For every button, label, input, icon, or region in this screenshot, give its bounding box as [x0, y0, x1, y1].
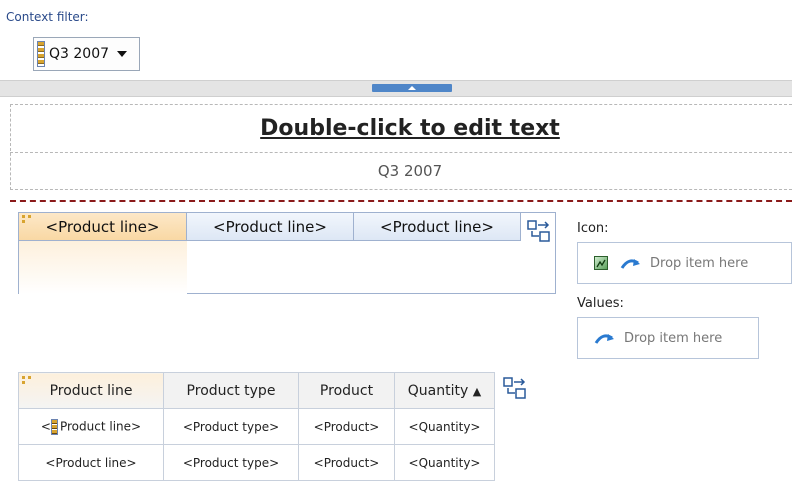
table-row: <Product line> <Product type> <Product> … [18, 444, 495, 481]
selection-marker [28, 376, 31, 379]
tab-product-line-2[interactable]: <Product line> [186, 213, 354, 241]
tab-product-line-3[interactable]: <Product line> [353, 213, 521, 241]
column-header-product-type[interactable]: Product type [163, 372, 299, 409]
values-drop-text: Drop item here [624, 330, 723, 346]
table-row: <Product line> <Product type> <Product> … [18, 408, 495, 445]
column-header-product[interactable]: Product [298, 372, 395, 409]
values-zone-label: Values: [577, 296, 624, 311]
collapse-arrow-icon [408, 86, 416, 90]
table-cell[interactable]: <Quantity> [394, 444, 495, 481]
context-filter-select[interactable]: Q3 2007 [33, 37, 140, 71]
sort-ascending-icon[interactable]: ▲ [473, 385, 481, 398]
drop-arrow-icon [620, 259, 640, 269]
collapse-handle[interactable] [372, 84, 452, 92]
title-divider [10, 152, 792, 153]
table-cell-text: Product line> [59, 419, 142, 433]
selection-marker [22, 215, 25, 218]
page-subtitle[interactable]: Q3 2007 [360, 162, 460, 180]
tab-label: <Product line> [380, 217, 494, 236]
active-tab-body [19, 240, 187, 294]
selection-marker [28, 215, 31, 218]
image-icon [594, 256, 608, 270]
tab-label: <Product line> [45, 217, 160, 236]
context-filter-value: Q3 2007 [49, 46, 110, 62]
table-cell[interactable]: <Product line> [18, 444, 164, 481]
page-title[interactable]: Double-click to edit text [210, 116, 610, 141]
table-cell[interactable]: <Product> [298, 408, 395, 445]
column-header-label: Product [319, 382, 374, 399]
dropdown-arrow-icon[interactable] [113, 41, 131, 67]
drag-grip-icon [50, 418, 58, 435]
context-filter-label: Context filter: [6, 10, 89, 24]
table-header-row: Product line Product type Product Quanti… [18, 372, 495, 409]
column-header-label: Product line [49, 382, 133, 399]
icon-zone-label: Icon: [577, 221, 609, 236]
values-drop-zone[interactable]: Drop item here [577, 317, 759, 359]
page-header-divider [10, 200, 792, 202]
table-cell[interactable]: <Quantity> [394, 408, 495, 445]
tab-control[interactable]: <Product line> <Product line> <Product l… [18, 212, 556, 294]
column-header-label: Quantity [407, 382, 469, 399]
swap-rows-columns-icon[interactable] [527, 220, 551, 246]
column-header-product-line[interactable]: Product line [18, 372, 164, 409]
selection-marker [22, 220, 25, 223]
data-table[interactable]: Product line Product type Product Quanti… [18, 372, 495, 481]
selection-marker [22, 381, 25, 384]
tab-product-line-1[interactable]: <Product line> [19, 213, 187, 241]
drag-grip-icon[interactable] [37, 41, 45, 67]
table-cell-prefix: < [40, 419, 51, 433]
table-cell[interactable]: <Product type> [163, 408, 299, 445]
swap-rows-columns-icon[interactable] [503, 377, 527, 403]
icon-drop-text: Drop item here [650, 255, 749, 271]
drop-arrow-icon [594, 334, 614, 344]
selection-marker [22, 376, 25, 379]
tab-label: <Product line> [213, 217, 327, 236]
icon-drop-zone[interactable]: Drop item here [577, 242, 792, 284]
table-cell[interactable]: < Product line> [18, 408, 164, 445]
table-cell[interactable]: <Product> [298, 444, 395, 481]
column-header-label: Product type [186, 382, 276, 399]
table-cell[interactable]: <Product type> [163, 444, 299, 481]
column-header-quantity[interactable]: Quantity ▲ [394, 372, 495, 409]
